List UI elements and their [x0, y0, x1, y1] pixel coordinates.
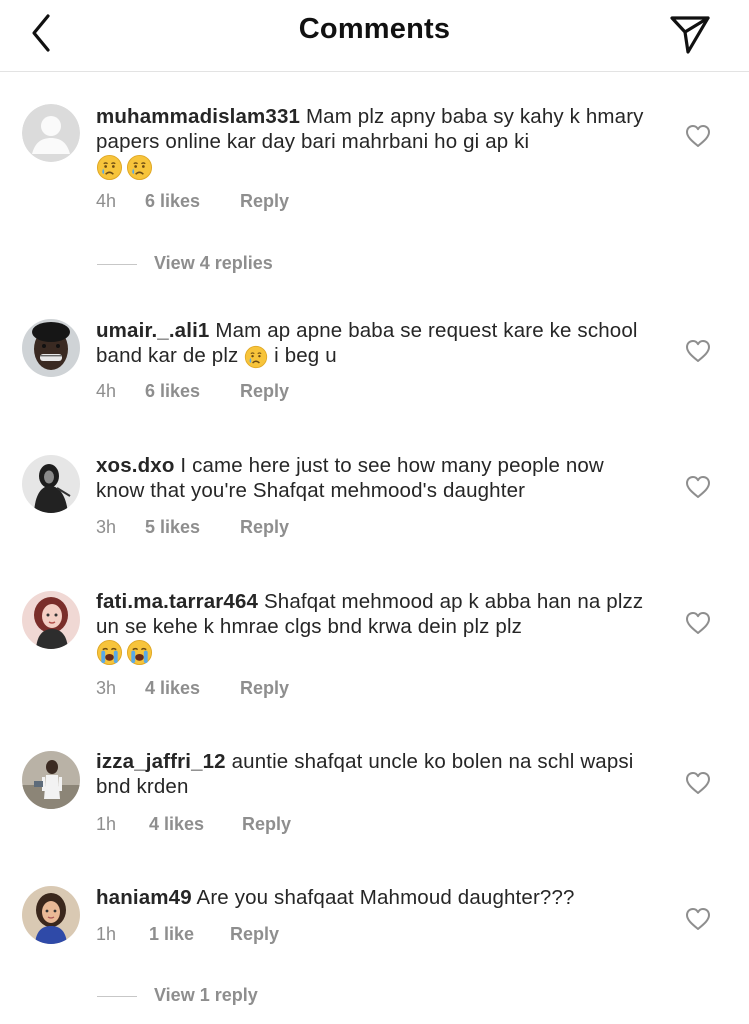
- reply-button[interactable]: Reply: [240, 517, 289, 538]
- avatar[interactable]: [22, 751, 80, 809]
- view-replies-label: View 4 replies: [154, 253, 273, 273]
- comment-username[interactable]: izza_jaffri_12: [96, 750, 226, 773]
- share-button[interactable]: [666, 10, 714, 56]
- user-photo-icon: [22, 886, 80, 944]
- replies-divider-line: [97, 264, 137, 265]
- heart-icon: [686, 908, 710, 930]
- comment-text: izza_jaffri_12 auntie shafqat uncle ko b…: [96, 749, 656, 799]
- emoji-group: [96, 639, 153, 666]
- comment-likes[interactable]: 5 likes: [145, 517, 235, 538]
- emoji-group: [96, 154, 153, 181]
- heart-icon: [686, 125, 710, 147]
- reply-button[interactable]: Reply: [242, 814, 291, 835]
- comment-text: xos.dxo I came here just to see how many…: [96, 453, 656, 503]
- like-button[interactable]: [684, 474, 712, 500]
- comment-username[interactable]: muhammadislam331: [96, 105, 300, 128]
- paper-plane-icon: [670, 16, 710, 54]
- page-title: Comments: [298, 13, 451, 45]
- comment-body: Are you shafqaat Mahmoud daughter???: [196, 886, 575, 909]
- comment-meta: 3h 4 likes Reply: [96, 678, 289, 699]
- reply-button[interactable]: Reply: [240, 191, 289, 212]
- comment-body-end: i beg u: [274, 344, 337, 367]
- comment-username[interactable]: fati.ma.tarrar464: [96, 590, 258, 613]
- avatar[interactable]: [22, 455, 80, 513]
- comment-meta: 4h 6 likes Reply: [96, 381, 289, 402]
- comment-username[interactable]: xos.dxo: [96, 454, 175, 477]
- comment-meta: 4h 6 likes Reply: [96, 191, 289, 212]
- heart-icon: [686, 772, 710, 794]
- view-replies-button[interactable]: View 1 reply: [97, 985, 337, 1009]
- like-button[interactable]: [684, 770, 712, 796]
- comment-time: 1h: [96, 924, 117, 944]
- comment-time: 3h: [96, 517, 117, 537]
- comment-username[interactable]: umair._.ali1: [96, 319, 209, 342]
- view-replies-label: View 1 reply: [154, 985, 258, 1005]
- crying-face-icon: [126, 155, 153, 181]
- default-avatar-icon: [22, 104, 80, 162]
- loudly-crying-face-icon: [96, 640, 123, 666]
- comment-meta: 1h 4 likes Reply: [96, 814, 291, 835]
- reply-button[interactable]: Reply: [230, 924, 279, 945]
- comment-likes[interactable]: 4 likes: [145, 678, 235, 699]
- avatar[interactable]: [22, 104, 80, 162]
- replies-divider-line: [97, 996, 137, 997]
- comment-text: fati.ma.tarrar464 Shafqat mehmood ap k a…: [96, 589, 656, 666]
- avatar[interactable]: [22, 886, 80, 944]
- user-photo-icon: [22, 319, 80, 377]
- avatar[interactable]: [22, 319, 80, 377]
- comment-time: 3h: [96, 678, 117, 698]
- view-replies-button[interactable]: View 4 replies: [97, 253, 357, 277]
- comment-likes[interactable]: 1 like: [149, 924, 225, 945]
- comment-username[interactable]: haniam49: [96, 886, 192, 909]
- comments-header: Comments: [0, 0, 749, 72]
- like-button[interactable]: [684, 123, 712, 149]
- like-button[interactable]: [684, 338, 712, 364]
- comment-meta: 3h 5 likes Reply: [96, 517, 289, 538]
- comment-likes[interactable]: 6 likes: [145, 381, 235, 402]
- comment-meta: 1h 1 like Reply: [96, 924, 279, 945]
- comment-time: 1h: [96, 814, 117, 834]
- comment-time: 4h: [96, 381, 117, 401]
- heart-icon: [686, 476, 710, 498]
- avatar[interactable]: [22, 591, 80, 649]
- comment-text: haniam49 Are you shafqaat Mahmoud daught…: [96, 885, 656, 910]
- comment-text: umair._.ali1 Mam ap apne baba se request…: [96, 318, 656, 369]
- loudly-crying-face-icon: [126, 640, 153, 666]
- comment-text: muhammadislam331 Mam plz apny baba sy ka…: [96, 104, 656, 181]
- heart-icon: [686, 612, 710, 634]
- comment-likes[interactable]: 6 likes: [145, 191, 235, 212]
- user-photo-icon: [22, 751, 80, 809]
- user-photo-icon: [22, 455, 80, 513]
- user-photo-icon: [22, 591, 80, 649]
- reply-button[interactable]: Reply: [240, 678, 289, 699]
- like-button[interactable]: [684, 906, 712, 932]
- reply-button[interactable]: Reply: [240, 381, 289, 402]
- crying-face-icon: [96, 155, 123, 181]
- heart-icon: [686, 340, 710, 362]
- comment-time: 4h: [96, 191, 117, 211]
- comment-likes[interactable]: 4 likes: [149, 814, 237, 835]
- crying-face-icon: [245, 345, 268, 368]
- like-button[interactable]: [684, 610, 712, 636]
